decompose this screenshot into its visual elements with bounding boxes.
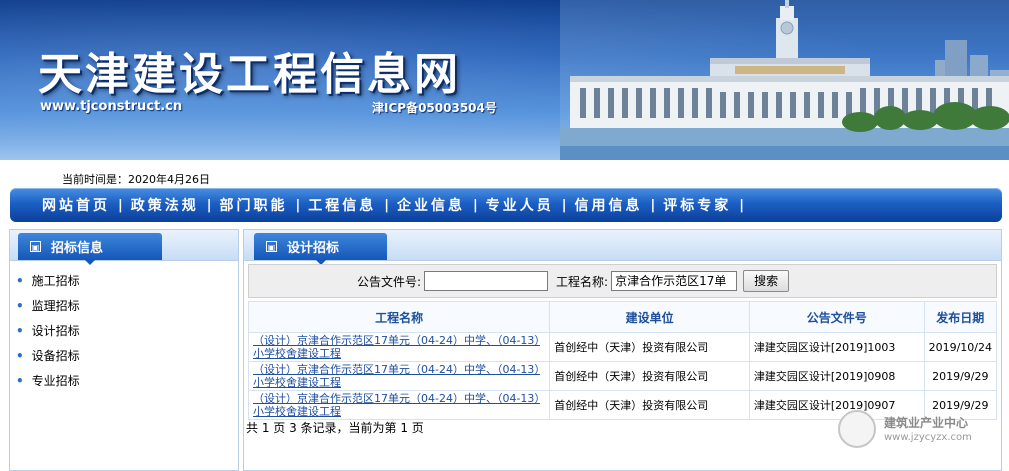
nav-professionals[interactable]: 专业人员 <box>486 195 554 215</box>
sidebar-item-label: 监理招标 <box>31 299 80 313</box>
main-nav: 网站首页 | 政策法规 | 部门职能 | 工程信息 | 企业信息 | 专业人员 … <box>10 188 1002 222</box>
nav-experts[interactable]: 评标专家 <box>663 195 731 215</box>
col-header-unit: 建设单位 <box>549 301 750 333</box>
table-header-row: 工程名称 建设单位 公告文件号 发布日期 <box>247 301 998 333</box>
nav-separator: | <box>739 197 744 213</box>
nav-policy[interactable]: 政策法规 <box>131 195 199 215</box>
cell-project: （设计）京津合作示范区17单元（04-24）中学、（04-13）小学校舍建设工程 <box>247 332 551 362</box>
nav-departments[interactable]: 部门职能 <box>220 195 288 215</box>
tianjin-station-illustration <box>560 0 1009 160</box>
sidebar-item-supervision[interactable]: • 监理招标 <box>10 294 238 319</box>
project-link[interactable]: （设计）京津合作示范区17单元（04-24）中学、（04-13）小学校舍建设工程 <box>253 392 545 418</box>
cell-date: 2019/10/24 <box>923 332 998 362</box>
nav-separator: | <box>561 197 567 213</box>
nav-companies[interactable]: 企业信息 <box>397 195 465 215</box>
watermark-name: 建筑业产业中心 <box>884 416 969 430</box>
site-title: 天津建设工程信息网 <box>38 49 461 100</box>
watermark-url: www.jzycyzx.com <box>884 432 972 443</box>
tender-sidebar: ▣ 招标信息 • 施工招标 • 监理招标 • 设计招标 • 设备招标 • 专业招标 <box>9 229 239 471</box>
cell-unit: 首创经中（天津）投资有限公司 <box>549 390 750 420</box>
nav-separator: | <box>473 197 478 213</box>
watermark-logo-icon <box>838 410 876 448</box>
cell-doc-no: 津建交园区设计[2019]0908 <box>748 361 925 391</box>
doc-no-label: 公告文件号: <box>357 274 422 289</box>
bullet-icon: • <box>16 349 24 363</box>
bullet-icon: • <box>16 299 24 313</box>
tab-tender-info[interactable]: ▣ 招标信息 <box>18 233 162 265</box>
bullet-icon: • <box>16 374 24 388</box>
nav-credit[interactable]: 信用信息 <box>575 195 643 215</box>
nav-separator: | <box>650 197 656 213</box>
site-banner: 天津建设工程信息网 www.tjconstruct.cn 津ICP备050035… <box>0 0 1009 160</box>
sidebar-item-equipment[interactable]: • 设备招标 <box>10 344 238 369</box>
tab-label: 设计招标 <box>287 241 340 256</box>
cell-unit: 首创经中（天津）投资有限公司 <box>549 361 750 391</box>
project-name-input[interactable]: 京津合作示范区17单 <box>611 271 738 291</box>
tab-label: 招标信息 <box>51 241 104 256</box>
project-link[interactable]: （设计）京津合作示范区17单元（04-24）中学、（04-13）小学校舍建设工程 <box>253 334 545 360</box>
cell-project: （设计）京津合作示范区17单元（04-24）中学、（04-13）小学校舍建设工程 <box>247 390 551 420</box>
nav-home[interactable]: 网站首页 <box>42 195 110 215</box>
cell-project: （设计）京津合作示范区17单元（04-24）中学、（04-13）小学校舍建设工程 <box>247 361 551 391</box>
doc-no-input[interactable] <box>424 271 549 291</box>
sidebar-item-label: 专业招标 <box>31 374 80 388</box>
sidebar-item-label: 设备招标 <box>31 349 80 363</box>
sidebar-header: ▣ 招标信息 <box>10 230 238 265</box>
nav-separator: | <box>384 197 389 213</box>
cell-doc-no: 津建交园区设计[2019]1003 <box>748 332 925 362</box>
cell-date: 2019/9/29 <box>923 361 998 391</box>
table-row: （设计）京津合作示范区17单元（04-24）中学、（04-13）小学校舍建设工程… <box>247 332 998 362</box>
col-header-date: 发布日期 <box>923 301 998 333</box>
sidebar-item-label: 施工招标 <box>31 274 80 288</box>
site-url: www.tjconstruct.cn <box>40 99 183 114</box>
watermark: 建筑业产业中心 www.jzycyzx.com <box>838 408 978 454</box>
col-header-project: 工程名称 <box>247 301 551 333</box>
bullet-icon: • <box>16 274 24 288</box>
sidebar-item-specialty[interactable]: • 专业招标 <box>10 369 238 394</box>
cell-unit: 首创经中（天津）投资有限公司 <box>549 332 750 362</box>
nav-projects[interactable]: 工程信息 <box>308 195 376 215</box>
square-icon: ▣ <box>266 241 277 252</box>
sidebar-item-design[interactable]: • 设计招标 <box>10 319 238 344</box>
col-header-doc-no: 公告文件号 <box>748 301 925 333</box>
tab-pointer-icon <box>85 260 95 265</box>
results-table: 工程名称 建设单位 公告文件号 发布日期 （设计）京津合作示范区17单元（04-… <box>247 301 998 420</box>
search-button[interactable]: 搜索 <box>743 270 790 292</box>
project-name-label: 工程名称: <box>556 274 609 289</box>
project-link[interactable]: （设计）京津合作示范区17单元（04-24）中学、（04-13）小学校舍建设工程 <box>253 363 545 389</box>
sidebar-list: • 施工招标 • 监理招标 • 设计招标 • 设备招标 • 专业招标 <box>10 269 238 394</box>
bullet-icon: • <box>16 324 24 338</box>
sidebar-item-construction[interactable]: • 施工招标 <box>10 269 238 294</box>
nav-separator: | <box>206 197 212 213</box>
panel-header: ▣ 设计招标 <box>244 230 1001 265</box>
search-bar: 公告文件号: 工程名称: 京津合作示范区17单 搜索 <box>248 264 997 298</box>
current-date: 当前时间是：2020年4月26日 <box>62 173 210 186</box>
table-row: （设计）京津合作示范区17单元（04-24）中学、（04-13）小学校舍建设工程… <box>247 361 998 391</box>
tab-design-tender[interactable]: ▣ 设计招标 <box>254 233 387 265</box>
pagination-info: 共 1 页 3 条记录，当前为第 1 页 <box>246 421 424 435</box>
square-icon: ▣ <box>30 241 41 252</box>
sidebar-item-label: 设计招标 <box>31 324 80 338</box>
nav-separator: | <box>295 197 301 213</box>
icp-number: 津ICP备05003504号 <box>372 101 497 115</box>
nav-separator: | <box>118 197 123 213</box>
